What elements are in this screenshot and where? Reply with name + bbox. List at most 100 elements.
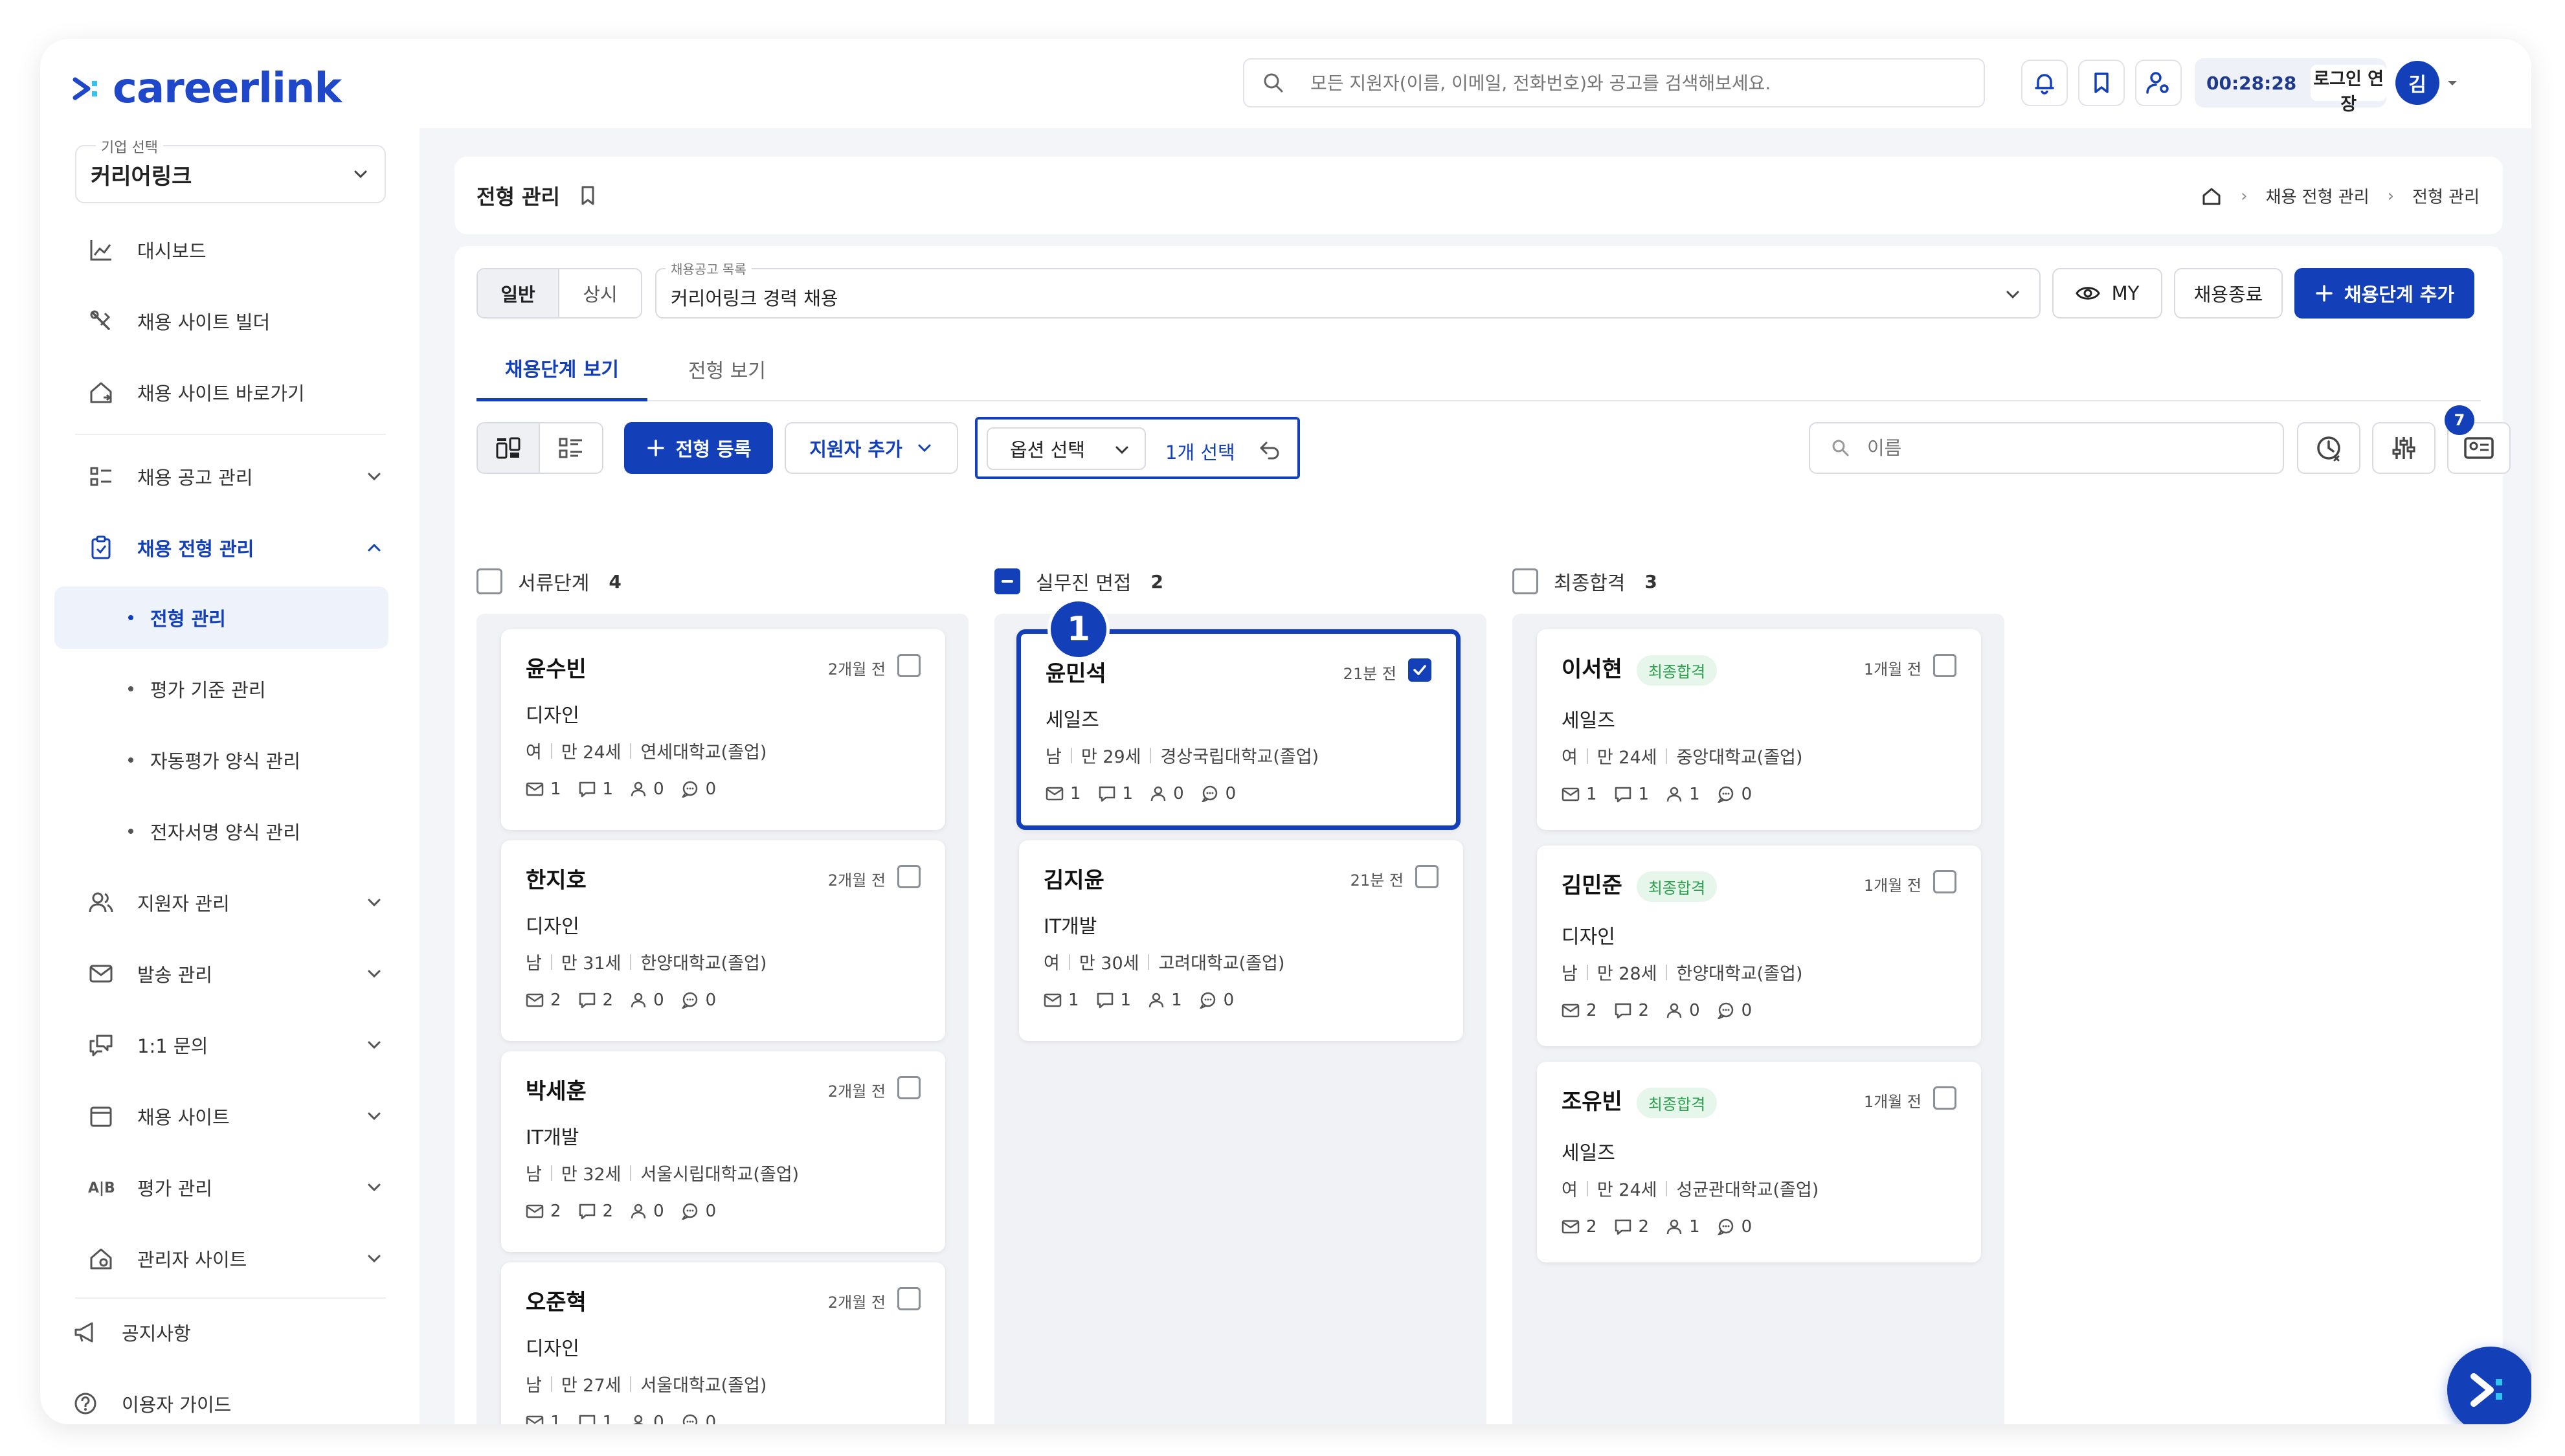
applicant-meta: 여 만 24세 중앙대학교(졸업) — [1562, 743, 1802, 768]
sidebar-item-admin-site[interactable]: 관리자 사이트 — [53, 1227, 405, 1290]
column-select-checkbox[interactable] — [476, 568, 502, 594]
applicant-checkbox[interactable] — [897, 1076, 921, 1099]
filter-button[interactable] — [2372, 422, 2436, 474]
chevron-down-icon — [368, 1041, 381, 1049]
chevron-down-icon — [368, 1112, 381, 1121]
sidebar-subitem-esign-form[interactable]: 전자서명 양식 관리 — [54, 800, 388, 862]
applicant-card[interactable]: 윤수빈 2개월 전 디자인 여 만 24세 연세대학교(졸업) 1 1 0 0 — [501, 629, 945, 830]
sidebar-subitem-eval-criteria[interactable]: 평가 기준 관리 — [54, 658, 388, 720]
applicant-stats: 1 1 0 0 — [526, 779, 733, 799]
sidebar-subitem-screening-manage[interactable]: 전형 관리 — [54, 587, 388, 649]
applicant-time: 2개월 전 — [827, 871, 886, 890]
undo-icon[interactable] — [1257, 436, 1283, 462]
applicant-checkbox[interactable] — [897, 654, 921, 677]
message-icon — [1097, 992, 1113, 1009]
caret-down-icon[interactable] — [2443, 74, 2461, 92]
applicant-card[interactable]: 박세훈 2개월 전 IT개발 남 만 32세 서울시립대학교(졸업) 2 2 0… — [501, 1051, 945, 1252]
seg-always[interactable]: 상시 — [559, 269, 641, 317]
sidebar-item-evaluation[interactable]: A|B 평가 관리 — [53, 1156, 405, 1218]
applicant-name-row: 이서현 최종합격 — [1562, 651, 1718, 686]
applicant-card[interactable]: 오준혁 2개월 전 디자인 남 만 27세 서울대학교(졸업) 1 1 0 0 — [501, 1262, 945, 1424]
applicant-gender: 여 — [1044, 954, 1060, 974]
notification-button[interactable] — [2021, 60, 2068, 106]
global-search-input[interactable] — [1310, 72, 1893, 94]
history-button[interactable] — [2297, 422, 2360, 474]
applicant-checkbox[interactable] — [1408, 658, 1431, 682]
stat-mail-count: 2 — [550, 991, 561, 1010]
sidebar-item-dashboard[interactable]: 대시보드 — [53, 219, 405, 281]
users-icon — [89, 892, 113, 913]
logo[interactable]: careerlink — [71, 65, 342, 113]
column-count: 2 — [1150, 570, 1164, 592]
global-search[interactable] — [1243, 58, 1985, 107]
applicant-card[interactable]: 조유빈 최종합격 1개월 전 세일즈 여 만 24세 성균관대학교(졸업) 2 2… — [1537, 1062, 1981, 1262]
register-screening-button[interactable]: 전형 등록 — [624, 422, 773, 474]
sidebar-item-inquiry[interactable]: 1:1 문의 — [53, 1014, 405, 1076]
sidebar-item-notice[interactable]: 공지사항 — [53, 1301, 405, 1363]
sidebar-item-site-shortcut[interactable]: 채용 사이트 바로가기 — [53, 361, 405, 423]
bookmark-button[interactable] — [2078, 60, 2125, 106]
sidebar-item-career-site[interactable]: 채용 사이트 — [53, 1085, 405, 1147]
applicant-name-row: 김민준 최종합격 — [1562, 868, 1718, 902]
stat-mail-count: 1 — [550, 1413, 561, 1424]
logo-text: careerlink — [113, 65, 342, 113]
applicant-card[interactable]: 한지호 2개월 전 디자인 남 만 31세 한양대학교(졸업) 2 2 0 0 — [501, 840, 945, 1041]
applicant-time: 21분 전 — [1343, 665, 1396, 683]
name-search[interactable] — [1809, 422, 2284, 474]
layout-toggle — [476, 422, 603, 474]
applicant-checkbox[interactable] — [1933, 654, 1956, 677]
sidebar-item-site-builder[interactable]: 채용 사이트 빌더 — [53, 290, 405, 352]
applicant-checkbox[interactable] — [897, 1287, 921, 1310]
sidebar-item-screening[interactable]: 채용 전형 관리 — [53, 517, 405, 579]
column-select-checkbox[interactable] — [994, 568, 1020, 594]
add-stage-button[interactable]: 채용단계 추가 — [2294, 268, 2474, 319]
posting-select[interactable]: 채용공고 목록 커리어링크 경력 채용 — [655, 259, 2041, 319]
breadcrumb-item[interactable]: 전형 관리 — [2412, 184, 2480, 208]
bookmark-icon[interactable] — [577, 184, 599, 207]
applicant-job: 디자인 — [1562, 926, 1615, 948]
applicant-school: 성균관대학교(졸업) — [1676, 1180, 1819, 1200]
extend-login-button[interactable]: 로그인 연장 — [2311, 65, 2386, 115]
column-select-checkbox[interactable] — [1512, 568, 1538, 594]
sidebar-item-job-posting[interactable]: 채용 공고 관리 — [53, 445, 405, 508]
applicant-checkbox[interactable] — [1933, 870, 1956, 893]
list-view-button[interactable] — [540, 423, 602, 473]
sidebar-item-applicants[interactable]: 지원자 관리 — [53, 871, 405, 934]
board-view-button[interactable] — [478, 423, 540, 473]
applicant-gender: 남 — [526, 1165, 542, 1185]
applicant-name: 이서현 — [1562, 656, 1622, 682]
chevron-down-icon — [1115, 446, 1128, 454]
history-icon — [2317, 436, 2340, 462]
tab-stage-view[interactable]: 채용단계 보기 — [476, 337, 647, 401]
logo-mark-icon — [73, 77, 97, 100]
sidebar-subitem-auto-eval-form[interactable]: 자동평가 양식 관리 — [54, 729, 388, 791]
applicant-card[interactable]: 이서현 최종합격 1개월 전 세일즈 여 만 24세 중앙대학교(졸업) 1 1 … — [1537, 629, 1981, 830]
applicant-checkbox[interactable] — [897, 865, 921, 888]
sidebar-item-sending[interactable]: 발송 관리 — [53, 943, 405, 1005]
applicant-gender: 여 — [1562, 1180, 1578, 1200]
tab-screening-view[interactable]: 전형 보기 — [678, 337, 776, 401]
stat-mail-count: 2 — [1586, 1001, 1597, 1020]
avatar[interactable]: 김 — [2395, 61, 2439, 105]
add-applicant-button[interactable]: 지원자 추가 — [785, 422, 958, 474]
bell-icon — [2035, 74, 2054, 95]
seg-general[interactable]: 일반 — [478, 269, 559, 317]
sidebar-subitem-label: 평가 기준 관리 — [150, 679, 266, 701]
sidebar-item-guide[interactable]: 이용자 가이드 — [53, 1372, 405, 1424]
applicant-checkbox[interactable] — [1415, 865, 1439, 888]
breadcrumb-item[interactable]: 채용 전형 관리 — [2266, 184, 2369, 208]
person-icon — [1150, 786, 1166, 801]
applicant-card[interactable]: 김민준 최종합격 1개월 전 디자인 남 만 28세 한양대학교(졸업) 2 2 … — [1537, 846, 1981, 1046]
applicant-checkbox[interactable] — [1933, 1086, 1956, 1110]
add-stage-label: 채용단계 추가 — [2344, 284, 2455, 306]
name-search-input[interactable] — [1867, 437, 2256, 459]
chat-fab-button[interactable] — [2447, 1347, 2531, 1424]
home-icon[interactable] — [2201, 185, 2223, 207]
applicant-age: 만 24세 — [1596, 1180, 1657, 1200]
my-button[interactable]: MY — [2052, 268, 2162, 319]
option-select[interactable]: 옵션 선택 — [987, 427, 1146, 470]
user-settings-button[interactable] — [2135, 60, 2182, 106]
company-select[interactable]: 기업 선택 커리어링크 — [75, 136, 386, 203]
applicant-card[interactable]: 김지윤 21분 전 IT개발 여 만 30세 고려대학교(졸업) 1 1 1 0 — [1019, 840, 1463, 1041]
close-recruit-button[interactable]: 채용종료 — [2174, 268, 2283, 319]
